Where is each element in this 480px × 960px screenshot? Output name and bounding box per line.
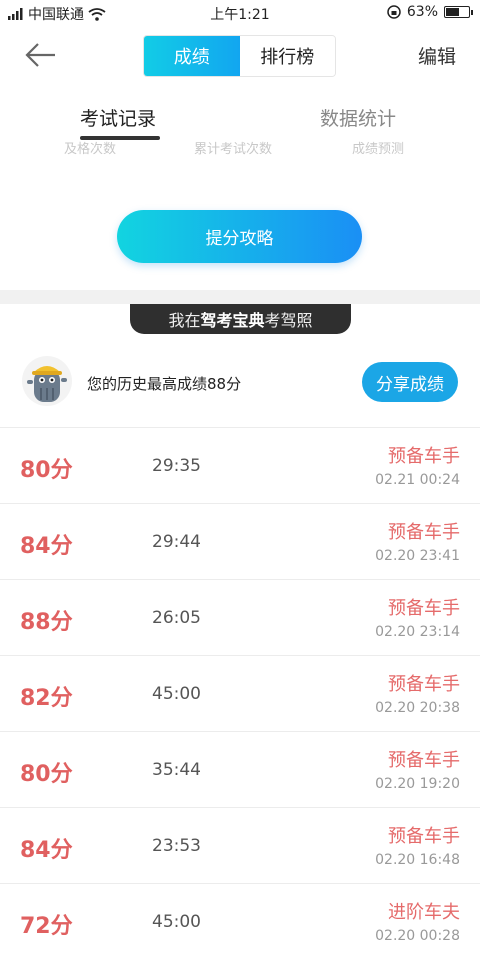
avatar: [22, 356, 72, 406]
record-row[interactable]: 80分 29:35 预备车手 02.21 00:24: [0, 427, 480, 503]
record-row[interactable]: 82分 45:00 预备车手 02.20 20:38: [0, 655, 480, 731]
stat-label-prediction: 成绩预测: [352, 142, 405, 157]
share-score-button[interactable]: 分享成绩: [362, 362, 458, 402]
stat-label-passes: 及格次数: [64, 142, 117, 157]
mascot-icon: [27, 366, 67, 402]
slogan-banner: 我在 驾考宝典 考驾照: [130, 304, 351, 334]
record-duration: 23:53: [152, 836, 201, 856]
record-level: 预备车手: [388, 750, 460, 771]
lock-rotation-icon: [387, 5, 401, 19]
status-right: 63%: [387, 4, 473, 20]
section-divider: [0, 290, 480, 304]
record-level: 预备车手: [388, 598, 460, 619]
record-duration: 35:44: [152, 760, 201, 780]
battery-fill: [446, 8, 459, 16]
record-score: 80分: [20, 458, 73, 483]
record-duration: 26:05: [152, 608, 201, 628]
slogan-prefix: 我在: [168, 311, 201, 330]
record-date: 02.20 23:41: [375, 548, 460, 564]
best-score-text: 您的历史最高成绩88分: [87, 375, 242, 393]
tab-leaderboard[interactable]: 排行榜: [239, 36, 335, 76]
record-score: 84分: [20, 534, 73, 559]
slogan-suffix: 考驾照: [264, 311, 313, 330]
record-level: 预备车手: [388, 446, 460, 467]
edit-button[interactable]: 编辑: [418, 42, 456, 69]
boost-strategy-button[interactable]: 提分攻略: [117, 210, 362, 263]
record-row[interactable]: 84分 23:53 预备车手 02.20 16:48: [0, 807, 480, 883]
record-date: 02.20 00:28: [375, 928, 460, 944]
record-date: 02.20 16:48: [375, 852, 460, 868]
records-list: 80分 29:35 预备车手 02.21 00:24 84分 29:44 预备车手 02.20…: [0, 427, 480, 959]
subtab-statistics[interactable]: 数据统计: [320, 104, 396, 131]
status-bar: 中国联通 上午1:21 63%: [0, 0, 480, 26]
record-row[interactable]: 80分 35:44 预备车手 02.20 19:20: [0, 731, 480, 807]
record-score: 80分: [20, 762, 73, 787]
record-level: 预备车手: [388, 522, 460, 543]
record-score: 88分: [20, 610, 73, 635]
record-duration: 45:00: [152, 684, 201, 704]
slogan-brand: 驾考宝典: [200, 311, 265, 330]
record-score: 82分: [20, 686, 73, 711]
header: 成绩 排行榜 编辑: [0, 26, 480, 88]
battery-percent: 63%: [406, 4, 438, 20]
record-level: 预备车手: [388, 826, 460, 847]
record-row[interactable]: 88分 26:05 预备车手 02.20 23:14: [0, 579, 480, 655]
record-date: 02.20 23:14: [375, 624, 460, 640]
best-score-row: 您的历史最高成绩88分 分享成绩: [0, 352, 480, 428]
record-date: 02.21 00:24: [375, 472, 460, 488]
record-duration: 45:00: [152, 912, 201, 932]
record-duration: 29:35: [152, 456, 201, 476]
record-duration: 29:44: [152, 532, 201, 552]
subtabs: 考试记录 数据统计: [0, 88, 480, 142]
battery-icon: [444, 6, 473, 18]
stats-labels: 及格次数 累计考试次数 成绩预测: [0, 140, 480, 158]
record-row[interactable]: 72分 45:00 进阶车夫 02.20 00:28: [0, 883, 480, 959]
record-date: 02.20 19:20: [375, 776, 460, 792]
record-score: 84分: [20, 838, 73, 863]
stat-label-total-exams: 累计考试次数: [194, 142, 273, 157]
record-score: 72分: [20, 914, 73, 939]
tab-scores[interactable]: 成绩: [144, 36, 240, 76]
record-date: 02.20 20:38: [375, 700, 460, 716]
back-arrow-icon[interactable]: [24, 40, 58, 70]
record-level: 预备车手: [388, 674, 460, 695]
record-level: 进阶车夫: [388, 902, 460, 923]
record-row[interactable]: 84分 29:44 预备车手 02.20 23:41: [0, 503, 480, 579]
subtab-exam-records[interactable]: 考试记录: [80, 104, 156, 131]
segmented-control: 成绩 排行榜: [143, 35, 336, 77]
